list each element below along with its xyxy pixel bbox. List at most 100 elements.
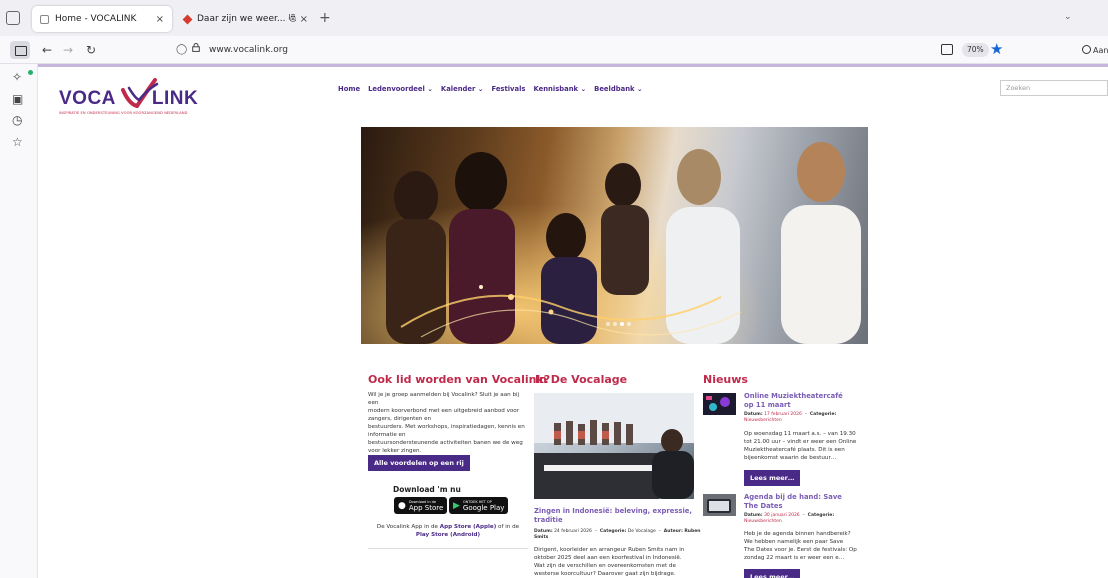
all-benefits-button[interactable]: Alle voordelen op een rij: [368, 455, 470, 471]
close-tab-icon[interactable]: ×: [156, 14, 164, 25]
excerpt-line: Wat zijn de verschillen en overeenkomste…: [534, 563, 676, 569]
vocalage-excerpt: Dirigent, koorleider en arrangeur Ruben …: [534, 546, 706, 578]
meta-label: Datum:: [744, 412, 763, 417]
meta-label: Datum:: [534, 529, 553, 534]
excerpt-line: oktober 2025 deel aan een koorfestival i…: [534, 555, 682, 561]
reader-view-icon[interactable]: [941, 44, 953, 55]
excerpt-line: bijeenkomst waarin de bestuur…: [744, 455, 837, 461]
vocalage-article-image[interactable]: [534, 393, 694, 499]
read-more-button-1[interactable]: Lees meer…: [744, 470, 801, 486]
meta-label: Datum:: [744, 513, 763, 518]
vocalage-article-link[interactable]: Zingen in Indonesië: beleving, expressie…: [534, 507, 704, 524]
account-button[interactable]: Aan: [1082, 45, 1108, 55]
excerpt-line: zondag 22 maart is er weer een e…: [744, 555, 845, 561]
excerpt-line: Dirigent, koorleider en arrangeur Ruben …: [534, 547, 685, 553]
excerpt-line: tot 21.00 uur – vindt er weer een Online: [744, 439, 857, 445]
tab-title: Home - VOCALINK: [55, 14, 137, 24]
logo-text-left: VOCA: [59, 88, 116, 109]
slider-dot[interactable]: [613, 322, 617, 326]
nav-beeldbank[interactable]: Beeldbank ⌄: [594, 85, 642, 93]
meta-category[interactable]: Nieuwsberichten: [744, 418, 782, 423]
bookmarks-star-icon[interactable]: ☆: [12, 135, 23, 149]
zoom-level-badge[interactable]: 70%: [962, 43, 989, 57]
slider-dot-active[interactable]: [620, 322, 624, 326]
app-description: De Vocalink App in de App Store (Apple) …: [374, 523, 522, 539]
meta-category[interactable]: De Vocalage: [628, 529, 656, 534]
tab-overview-icon[interactable]: [6, 11, 20, 25]
meta-date: 30 januari 2026: [764, 513, 800, 518]
meta-category[interactable]: Nieuwsberichten: [744, 519, 782, 524]
nav-festivals[interactable]: Festivals: [491, 85, 525, 93]
badge-big-text: App Store: [408, 503, 444, 512]
download-title: Download 'm nu: [393, 485, 461, 494]
page-favicon-icon: [40, 14, 49, 24]
main-navigation: Home Ledenvoordeel ⌄ Kalender ⌄ Festival…: [338, 85, 643, 93]
close-tab-icon[interactable]: ×: [300, 14, 308, 25]
app-store-badge[interactable]: ● Download in de App Store: [394, 497, 448, 514]
back-arrow-icon[interactable]: ←: [42, 43, 52, 57]
news-thumbnail-2[interactable]: [703, 494, 736, 516]
vocalink-logo[interactable]: VOCA LINK INSPIRATIE EN ONDERSTEUNING VOO…: [59, 74, 219, 118]
new-tab-button[interactable]: +: [319, 10, 331, 26]
news-item-2-meta: Datum: 30 januari 2026 – Categorie: Nieu…: [744, 513, 835, 524]
nav-kalender[interactable]: Kalender ⌄: [441, 85, 484, 93]
divider: [368, 548, 528, 549]
google-play-badge[interactable]: ▶ ONTDEK HET OP Google Play: [449, 497, 509, 514]
excerpt-line: The Dates voor je. Eerst de festivals: O…: [744, 547, 857, 553]
news-title: Nieuws: [703, 373, 748, 386]
logo-music-mark-icon: [121, 78, 159, 108]
slider-dot[interactable]: [606, 322, 610, 326]
url-field[interactable]: www.vocalink.org: [209, 45, 288, 55]
history-clock-icon[interactable]: ◷: [12, 113, 22, 127]
ai-sparkle-icon[interactable]: ✧: [12, 70, 22, 84]
news-item-2-title[interactable]: Agenda bij de hand: Save The Dates: [744, 493, 854, 510]
slider-dot[interactable]: [627, 322, 631, 326]
sidebar-toggle-icon[interactable]: [10, 41, 30, 59]
play-store-link[interactable]: Play Store (Android): [416, 532, 480, 538]
hero-choir-illustration: [361, 127, 868, 344]
reload-icon[interactable]: ↻: [86, 43, 96, 57]
nav-kennisbank[interactable]: Kennisbank ⌄: [533, 85, 586, 93]
chevron-down-icon[interactable]: ⌄: [1064, 12, 1072, 22]
play-triangle-icon: ▶: [453, 500, 460, 511]
bookmark-star-icon[interactable]: ★: [990, 40, 1003, 58]
shield-icon[interactable]: ◯: [176, 44, 187, 55]
news-thumbnail-1[interactable]: [703, 393, 736, 415]
lock-icon[interactable]: [192, 43, 200, 52]
vocalage-title: In De Vocalage: [535, 373, 628, 386]
nav-home[interactable]: Home: [338, 85, 360, 93]
member-title: Ook lid worden van Vocalink?: [368, 373, 551, 386]
tab-home-vocalink[interactable]: Home - VOCALINK ×: [32, 6, 172, 32]
meta-date: 24 februari 2026: [554, 529, 592, 534]
tab-title: Daar zijn we weer... 😻: [197, 14, 296, 24]
account-label: Aan: [1093, 46, 1108, 55]
news-item-1-title[interactable]: Online Muziektheatercafé op 11 maart: [744, 392, 854, 409]
page-favicon-icon: [182, 14, 193, 24]
member-text-line: modern koorverbond met een uitgebreid aa…: [368, 408, 520, 422]
status-dot-icon: [28, 70, 33, 75]
top-accent-line: [38, 64, 1108, 67]
browser-sidebar: ✧ ▣ ◷ ☆: [0, 64, 38, 578]
nav-ledenvoordeel[interactable]: Ledenvoordeel ⌄: [368, 85, 433, 93]
search-input[interactable]: Zoeken: [1000, 80, 1108, 96]
browser-tab-bar: Home - VOCALINK × Daar zijn we weer... 😻…: [0, 0, 1108, 36]
shopping-icon[interactable]: ▣: [12, 92, 23, 106]
badge-big-text: Google Play: [462, 503, 505, 512]
member-text: Wil je je groep aanmelden bij Vocalink? …: [368, 391, 528, 463]
news-item-2-excerpt: Heb je de agenda binnen handbereik? We h…: [744, 530, 859, 562]
hero-slider-image[interactable]: [361, 127, 868, 344]
member-text-line: bestuursondersteunende activiteiten bane…: [368, 440, 523, 454]
meta-label: Auteur:: [663, 529, 683, 534]
tab-daar-zijn-we-weer[interactable]: Daar zijn we weer... 😻 ×: [176, 6, 316, 32]
app-store-link[interactable]: App Store (Apple): [440, 524, 497, 530]
browser-nav-bar: ← → ↻ ◯ www.vocalink.org 70% ★ Aan: [0, 36, 1108, 64]
choir-pianist-illustration: [534, 393, 694, 499]
excerpt-line: Op woensdag 11 maart a.s. – van 19.30: [744, 431, 856, 437]
apple-icon: ●: [398, 500, 406, 511]
member-text-line: bestuurders. Met workshops, inspiratieda…: [368, 424, 525, 438]
excerpt-line: We hebben namelijk een paar Save: [744, 539, 844, 545]
forward-arrow-icon[interactable]: →: [63, 43, 73, 57]
slider-dots: [606, 322, 631, 326]
read-more-button-2[interactable]: Lees meer…: [744, 569, 801, 578]
member-text-line: Wil je je groep aanmelden bij Vocalink? …: [368, 392, 520, 406]
